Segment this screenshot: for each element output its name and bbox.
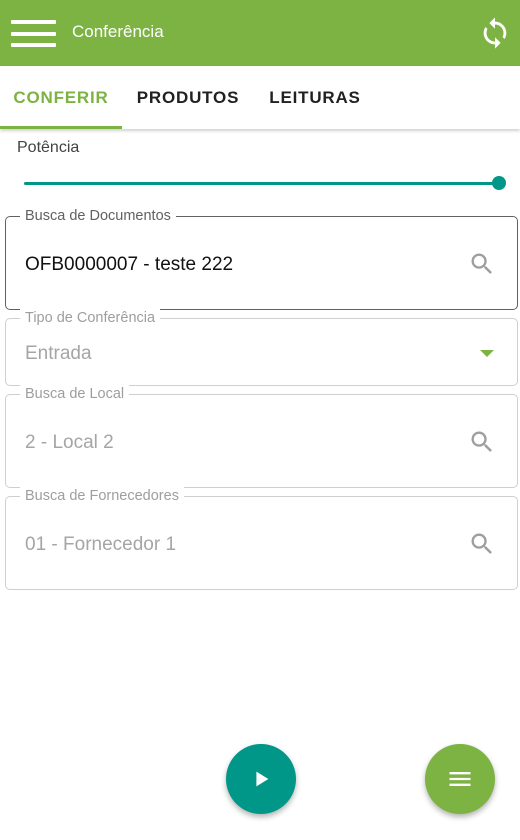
busca-fornecedores-value[interactable]: 01 - Fornecedor 1 [25, 534, 176, 556]
tab-produtos[interactable]: PRODUTOS [130, 66, 246, 129]
potencia-slider[interactable] [24, 176, 506, 192]
busca-local-value[interactable]: 2 - Local 2 [25, 432, 114, 454]
tipo-conferencia-select[interactable]: Tipo de Conferência Entrada [5, 309, 518, 386]
dropdown-arrow-icon[interactable] [480, 350, 494, 357]
busca-fornecedores-label: Busca de Fornecedores [20, 487, 184, 505]
busca-documentos-field[interactable]: Busca de Documentos OFB0000007 - teste 2… [5, 207, 518, 310]
menu-icon [449, 772, 471, 786]
potencia-slider-thumb[interactable] [492, 176, 506, 190]
menu-fab-button[interactable] [425, 744, 495, 814]
potencia-label: Potência [17, 139, 80, 156]
busca-documentos-label: Busca de Documentos [20, 207, 176, 225]
tipo-conferencia-label: Tipo de Conferência [20, 309, 161, 327]
potencia-slider-track [24, 182, 498, 185]
busca-local-field[interactable]: Busca de Local 2 - Local 2 [5, 385, 518, 488]
search-icon[interactable] [468, 428, 496, 456]
tab-conferir[interactable]: CONFERIR [0, 66, 122, 129]
busca-documentos-value[interactable]: OFB0000007 - teste 222 [25, 254, 233, 276]
tipo-conferencia-value[interactable]: Entrada [25, 343, 92, 365]
search-icon[interactable] [468, 530, 496, 558]
busca-local-label: Busca de Local [20, 385, 130, 403]
busca-fornecedores-field[interactable]: Busca de Fornecedores 01 - Fornecedor 1 [5, 487, 518, 590]
active-tab-indicator [0, 126, 122, 129]
search-icon[interactable] [468, 250, 496, 278]
play-icon [256, 771, 269, 787]
app-bar: Conferência [0, 0, 520, 66]
tab-bar: CONFERIR PRODUTOS LEITURAS [0, 66, 520, 129]
play-button[interactable] [226, 744, 296, 814]
tab-leituras[interactable]: LEITURAS [262, 66, 368, 129]
hamburger-menu-icon[interactable] [11, 20, 56, 47]
sync-icon[interactable] [478, 15, 512, 51]
app-title: Conferência [72, 22, 164, 41]
